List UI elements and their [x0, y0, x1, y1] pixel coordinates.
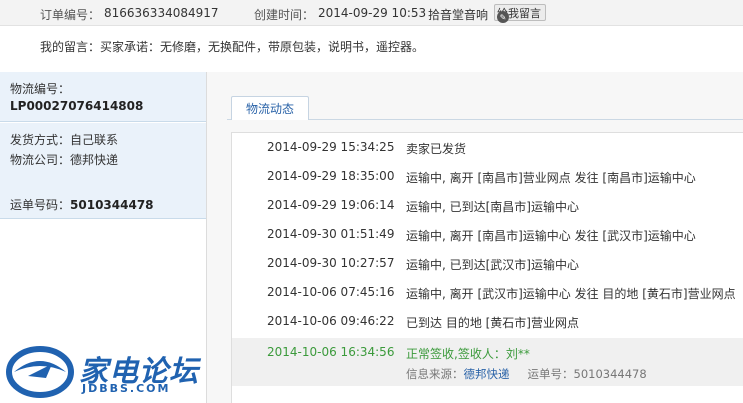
latest-waybill-label: 运单号：	[527, 367, 574, 381]
event-message: 运输中, 离开 [南昌市]运输中心 发往 [武汉市]运输中心	[406, 229, 696, 243]
tracking-event: 2014-09-29 18:35:00 运输中, 离开 [南昌市]营业网点 发往…	[232, 162, 743, 191]
tracking-event: 2014-09-29 15:34:25 卖家已发货	[232, 133, 743, 162]
latest-waybill: 5010344478	[573, 367, 647, 381]
event-date: 2014-10-06 07:45:16	[267, 285, 395, 299]
tracking-list: 2014-09-29 15:34:25 卖家已发货 2014-09-29 18:…	[231, 132, 743, 403]
event-message: 运输中, 已到达[武汉市]运输中心	[406, 258, 579, 272]
seller-name[interactable]: 拾音堂音响	[428, 6, 488, 23]
event-message: 卖家已发货	[406, 142, 467, 156]
message-icon: ✎	[497, 11, 509, 23]
source-label: 信息来源：	[406, 367, 464, 381]
buyer-note: 我的留言：买家承诺：无修磨，无换配件，带原包装，说明书，遥控器。	[40, 40, 425, 54]
ship-method: 发货方式：自己联系	[10, 133, 119, 147]
tracking-event: 2014-09-29 19:06:14 运输中, 已到达[南昌市]运输中心	[232, 191, 743, 220]
shipping-details-box: 发货方式：自己联系 物流公司：德邦快递 运单号码：5010344478	[0, 123, 206, 219]
waybill-row: 运单号码：5010344478	[10, 196, 154, 213]
source-link[interactable]: 德邦快递	[464, 367, 510, 381]
tracking-event: 2014-10-06 09:46:22 已到达 目的地 [黄石市]营业网点	[232, 307, 743, 336]
logistics-company: 物流公司：德邦快递	[10, 153, 119, 167]
forum-watermark-logo: 家电论坛 JDBBS.COM	[6, 344, 206, 400]
event-date: 2014-10-06 16:34:56	[267, 345, 395, 359]
event-message: 运输中, 已到达[南昌市]运输中心	[406, 200, 579, 214]
forum-domain: JDBBS.COM	[82, 382, 171, 395]
event-message: 运输中, 离开 [南昌市]营业网点 发往 [南昌市]运输中心	[406, 171, 696, 185]
event-date: 2014-09-29 18:35:00	[267, 169, 395, 183]
logistics-id: LP00027076414808	[10, 99, 144, 113]
order-number: 816636334084917	[104, 6, 219, 20]
buyer-note-row: 我的留言：买家承诺：无修磨，无换配件，带原包装，说明书，遥控器。	[0, 27, 743, 65]
tracking-event: 2014-09-30 10:27:57 运输中, 已到达[武汉市]运输中心	[232, 249, 743, 278]
forum-logo-icon	[6, 346, 74, 398]
tracking-event: 2014-09-30 01:51:49 运输中, 离开 [南昌市]运输中心 发往…	[232, 220, 743, 249]
logistics-id-label: 物流编号：	[10, 82, 71, 96]
waybill-label: 运单号码：	[10, 198, 71, 212]
order-number-label: 订单编号：	[40, 8, 101, 22]
tracking-event: 2014-10-06 07:45:16 运输中, 离开 [武汉市]运输中心 发往…	[232, 278, 743, 307]
tracking-event-latest: 2014-10-06 16:34:56 正常签收,签收人：刘** 信息来源：德邦…	[232, 338, 743, 386]
event-message: 正常签收,签收人：刘**	[406, 347, 530, 361]
event-date: 2014-09-30 10:27:57	[267, 256, 395, 270]
event-date: 2014-09-29 15:34:25	[267, 140, 395, 154]
created-label: 创建时间：	[254, 8, 315, 22]
leave-message-button[interactable]: ✎ 给我留言	[494, 4, 546, 23]
event-message: 已到达 目的地 [黄石市]营业网点	[406, 316, 579, 330]
event-message: 运输中, 离开 [武汉市]运输中心 发往 目的地 [黄石市]营业网点	[406, 287, 736, 301]
event-date: 2014-10-06 09:46:22	[267, 314, 395, 328]
order-info-bar: 订单编号： 816636334084917 创建时间： 2014-09-29 1…	[0, 0, 743, 26]
logistics-id-box: 物流编号： LP00027076414808	[0, 72, 206, 122]
info-source: 信息来源：德邦快递 运单号：5010344478	[406, 366, 647, 382]
created-time: 2014-09-29 10:53	[318, 6, 427, 20]
tracking-panel: 物流动态 2014-09-29 15:34:25 卖家已发货 2014-09-2…	[207, 72, 743, 403]
waybill-number: 5010344478	[70, 198, 154, 212]
tab-logistics-dynamics[interactable]: 物流动态	[231, 96, 309, 120]
event-date: 2014-09-29 19:06:14	[267, 198, 395, 212]
event-date: 2014-09-30 01:51:49	[267, 227, 395, 241]
